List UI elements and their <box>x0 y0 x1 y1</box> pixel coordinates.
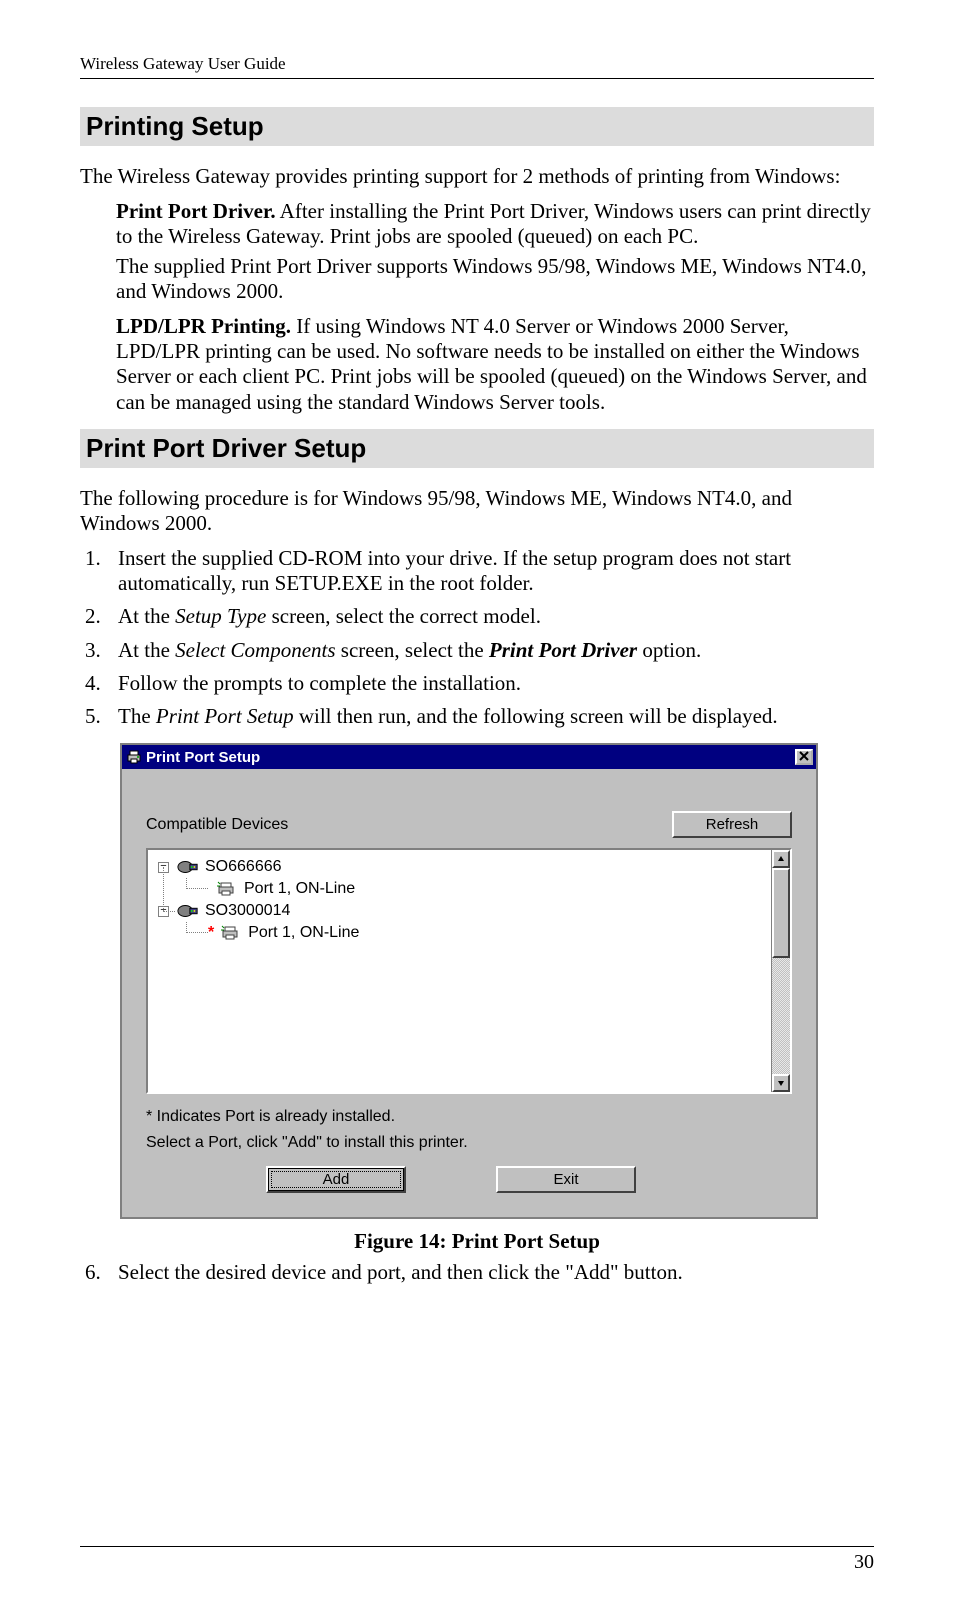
print-port-setup-dialog: Print Port Setup Compatible Devices Refr… <box>120 743 818 1219</box>
step-4: Follow the prompts to complete the insta… <box>106 671 874 696</box>
method2-lead: LPD/LPR Printing. <box>116 314 291 338</box>
dialog-titlebar[interactable]: Print Port Setup <box>122 745 816 769</box>
step3-bi: Print Port Driver <box>489 638 637 662</box>
step-3: At the Select Components screen, select … <box>106 638 874 663</box>
vertical-scrollbar[interactable] <box>771 850 790 1092</box>
method1-lead: Print Port Driver. <box>116 199 276 223</box>
add-button[interactable]: Add <box>266 1166 406 1193</box>
step-5: The Print Port Setup will then run, and … <box>106 704 874 729</box>
step3-a: At the <box>118 638 175 662</box>
tree-node-device-2-port-1[interactable]: * Port 1, ON-Line <box>204 922 767 944</box>
method1-line2: The supplied Print Port Driver supports … <box>116 254 874 304</box>
device-1-label: SO666666 <box>205 858 282 876</box>
expand-toggle[interactable]: − <box>158 862 169 873</box>
step5-a: The <box>118 704 156 728</box>
step2-i: Setup Type <box>175 604 266 628</box>
installed-star-icon: * <box>208 924 214 942</box>
figure-caption: Figure 14: Print Port Setup <box>80 1229 874 1254</box>
step5-b: will then run, and the following screen … <box>294 704 778 728</box>
scroll-up-button[interactable] <box>772 850 790 868</box>
compatible-devices-label: Compatible Devices <box>146 816 288 834</box>
scroll-thumb[interactable] <box>772 868 790 958</box>
printer-port-icon <box>216 881 238 897</box>
exit-button[interactable]: Exit <box>496 1166 636 1193</box>
heading-print-port-driver-setup: Print Port Driver Setup <box>80 429 874 468</box>
step2-b: screen, select the correct model. <box>266 604 541 628</box>
device-2-port-1-label: Port 1, ON-Line <box>248 924 359 942</box>
page-number: 30 <box>854 1551 874 1573</box>
tree-node-device-1[interactable]: − SO666666 <box>158 856 767 878</box>
method-lpd-lpr: LPD/LPR Printing. If using Windows NT 4.… <box>116 314 874 415</box>
intro-paragraph-2: The following procedure is for Windows 9… <box>80 486 874 536</box>
note-installed-indicator: * Indicates Port is already installed. <box>146 1108 792 1126</box>
step3-i: Select Components <box>175 638 335 662</box>
scroll-down-button[interactable] <box>772 1074 790 1092</box>
printer-port-icon <box>220 925 242 941</box>
heading-printing-setup: Printing Setup <box>80 107 874 146</box>
step3-b: screen, select the <box>336 638 489 662</box>
step-2: At the Setup Type screen, select the cor… <box>106 604 874 629</box>
device-1-port-1-label: Port 1, ON-Line <box>244 880 355 898</box>
steps-list: Insert the supplied CD-ROM into your dri… <box>80 546 874 729</box>
page-footer: 30 <box>80 1546 874 1574</box>
tree-node-device-1-port-1[interactable]: Port 1, ON-Line <box>212 878 767 900</box>
dialog-title: Print Port Setup <box>146 749 260 766</box>
tree-node-device-2[interactable]: − SO3000014 <box>158 900 767 922</box>
steps-list-continued: Select the desired device and port, and … <box>80 1260 874 1285</box>
running-header: Wireless Gateway User Guide <box>80 54 874 79</box>
step3-c: option. <box>637 638 701 662</box>
printer-icon <box>126 749 142 765</box>
note-select-port: Select a Port, click "Add" to install th… <box>146 1134 792 1152</box>
method-print-port-driver: Print Port Driver. After installing the … <box>116 199 874 249</box>
step2-a: At the <box>118 604 175 628</box>
step5-i: Print Port Setup <box>156 704 294 728</box>
close-button[interactable] <box>795 749 813 765</box>
intro-paragraph-1: The Wireless Gateway provides printing s… <box>80 164 874 189</box>
device-tree[interactable]: − SO666666 Port 1, ON-Line <box>146 848 792 1094</box>
device-icon <box>177 859 199 875</box>
step-6: Select the desired device and port, and … <box>106 1260 874 1285</box>
refresh-button[interactable]: Refresh <box>672 811 792 838</box>
device-icon <box>177 903 199 919</box>
device-2-label: SO3000014 <box>205 902 290 920</box>
step-1: Insert the supplied CD-ROM into your dri… <box>106 546 874 596</box>
